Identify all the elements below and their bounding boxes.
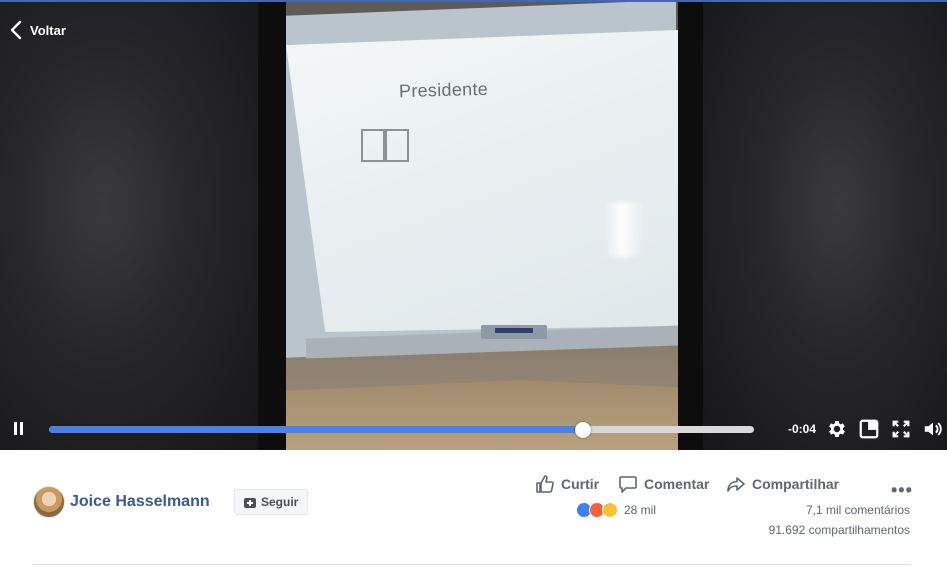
pause-button[interactable] — [12, 422, 26, 436]
digit-box — [361, 129, 385, 162]
more-options-icon[interactable]: ••• — [891, 480, 913, 501]
digit-box — [385, 129, 409, 162]
progress-bar[interactable] — [49, 422, 754, 438]
volume-icon[interactable] — [922, 418, 944, 440]
video-backdrop-left — [0, 2, 258, 450]
screen-label: Presidente — [398, 78, 489, 102]
back-button[interactable]: Voltar — [10, 20, 66, 40]
author-name[interactable]: Joice Hasselmann — [70, 493, 210, 511]
progress-fill — [49, 426, 583, 433]
video-viewer: Presidente Voltar -0:04 Joice Hasselmann… — [0, 0, 947, 567]
reactions-summary[interactable]: 28 mil — [576, 502, 656, 518]
share-icon — [727, 477, 745, 492]
video-frame: Presidente — [258, 2, 703, 450]
post-info-bar: Joice Hasselmann Seguir Curtir Comentar — [0, 450, 947, 567]
comment-icon — [619, 476, 637, 493]
screen-glare — [604, 202, 646, 257]
comments-count[interactable]: 7,1 mil comentários — [806, 503, 910, 517]
video-backdrop-right — [703, 2, 947, 450]
share-button[interactable]: Compartilhar — [726, 474, 839, 494]
reactions-count: 28 mil — [624, 503, 657, 517]
voting-machine-screen — [286, 30, 678, 332]
video-player[interactable]: Presidente Voltar -0:04 — [0, 0, 947, 450]
voting-machine-plate — [481, 325, 547, 339]
follow-label: Seguir — [261, 495, 299, 509]
wow-reaction-icon — [602, 502, 618, 518]
share-label: Compartilhar — [752, 476, 840, 492]
comment-label: Comentar — [644, 476, 710, 492]
miniplayer-icon[interactable] — [858, 418, 880, 440]
divider — [33, 564, 910, 565]
back-label: Voltar — [30, 22, 66, 38]
chevron-left-icon — [10, 20, 22, 40]
shares-count[interactable]: 91.692 compartilhamentos — [769, 523, 910, 537]
fullscreen-icon[interactable] — [890, 418, 912, 440]
follow-icon — [244, 498, 256, 508]
video-content: Presidente — [286, 2, 678, 450]
time-remaining: -0:04 — [788, 422, 817, 436]
like-button[interactable]: Curtir — [535, 474, 599, 494]
like-label: Curtir — [561, 476, 600, 492]
thumbs-up-icon — [536, 475, 554, 493]
gear-icon[interactable] — [826, 418, 848, 440]
follow-button[interactable]: Seguir — [234, 489, 309, 515]
player-controls: -0:04 — [0, 414, 947, 446]
avatar[interactable] — [33, 486, 65, 518]
comment-button[interactable]: Comentar — [618, 474, 709, 494]
progress-handle[interactable] — [574, 422, 591, 438]
